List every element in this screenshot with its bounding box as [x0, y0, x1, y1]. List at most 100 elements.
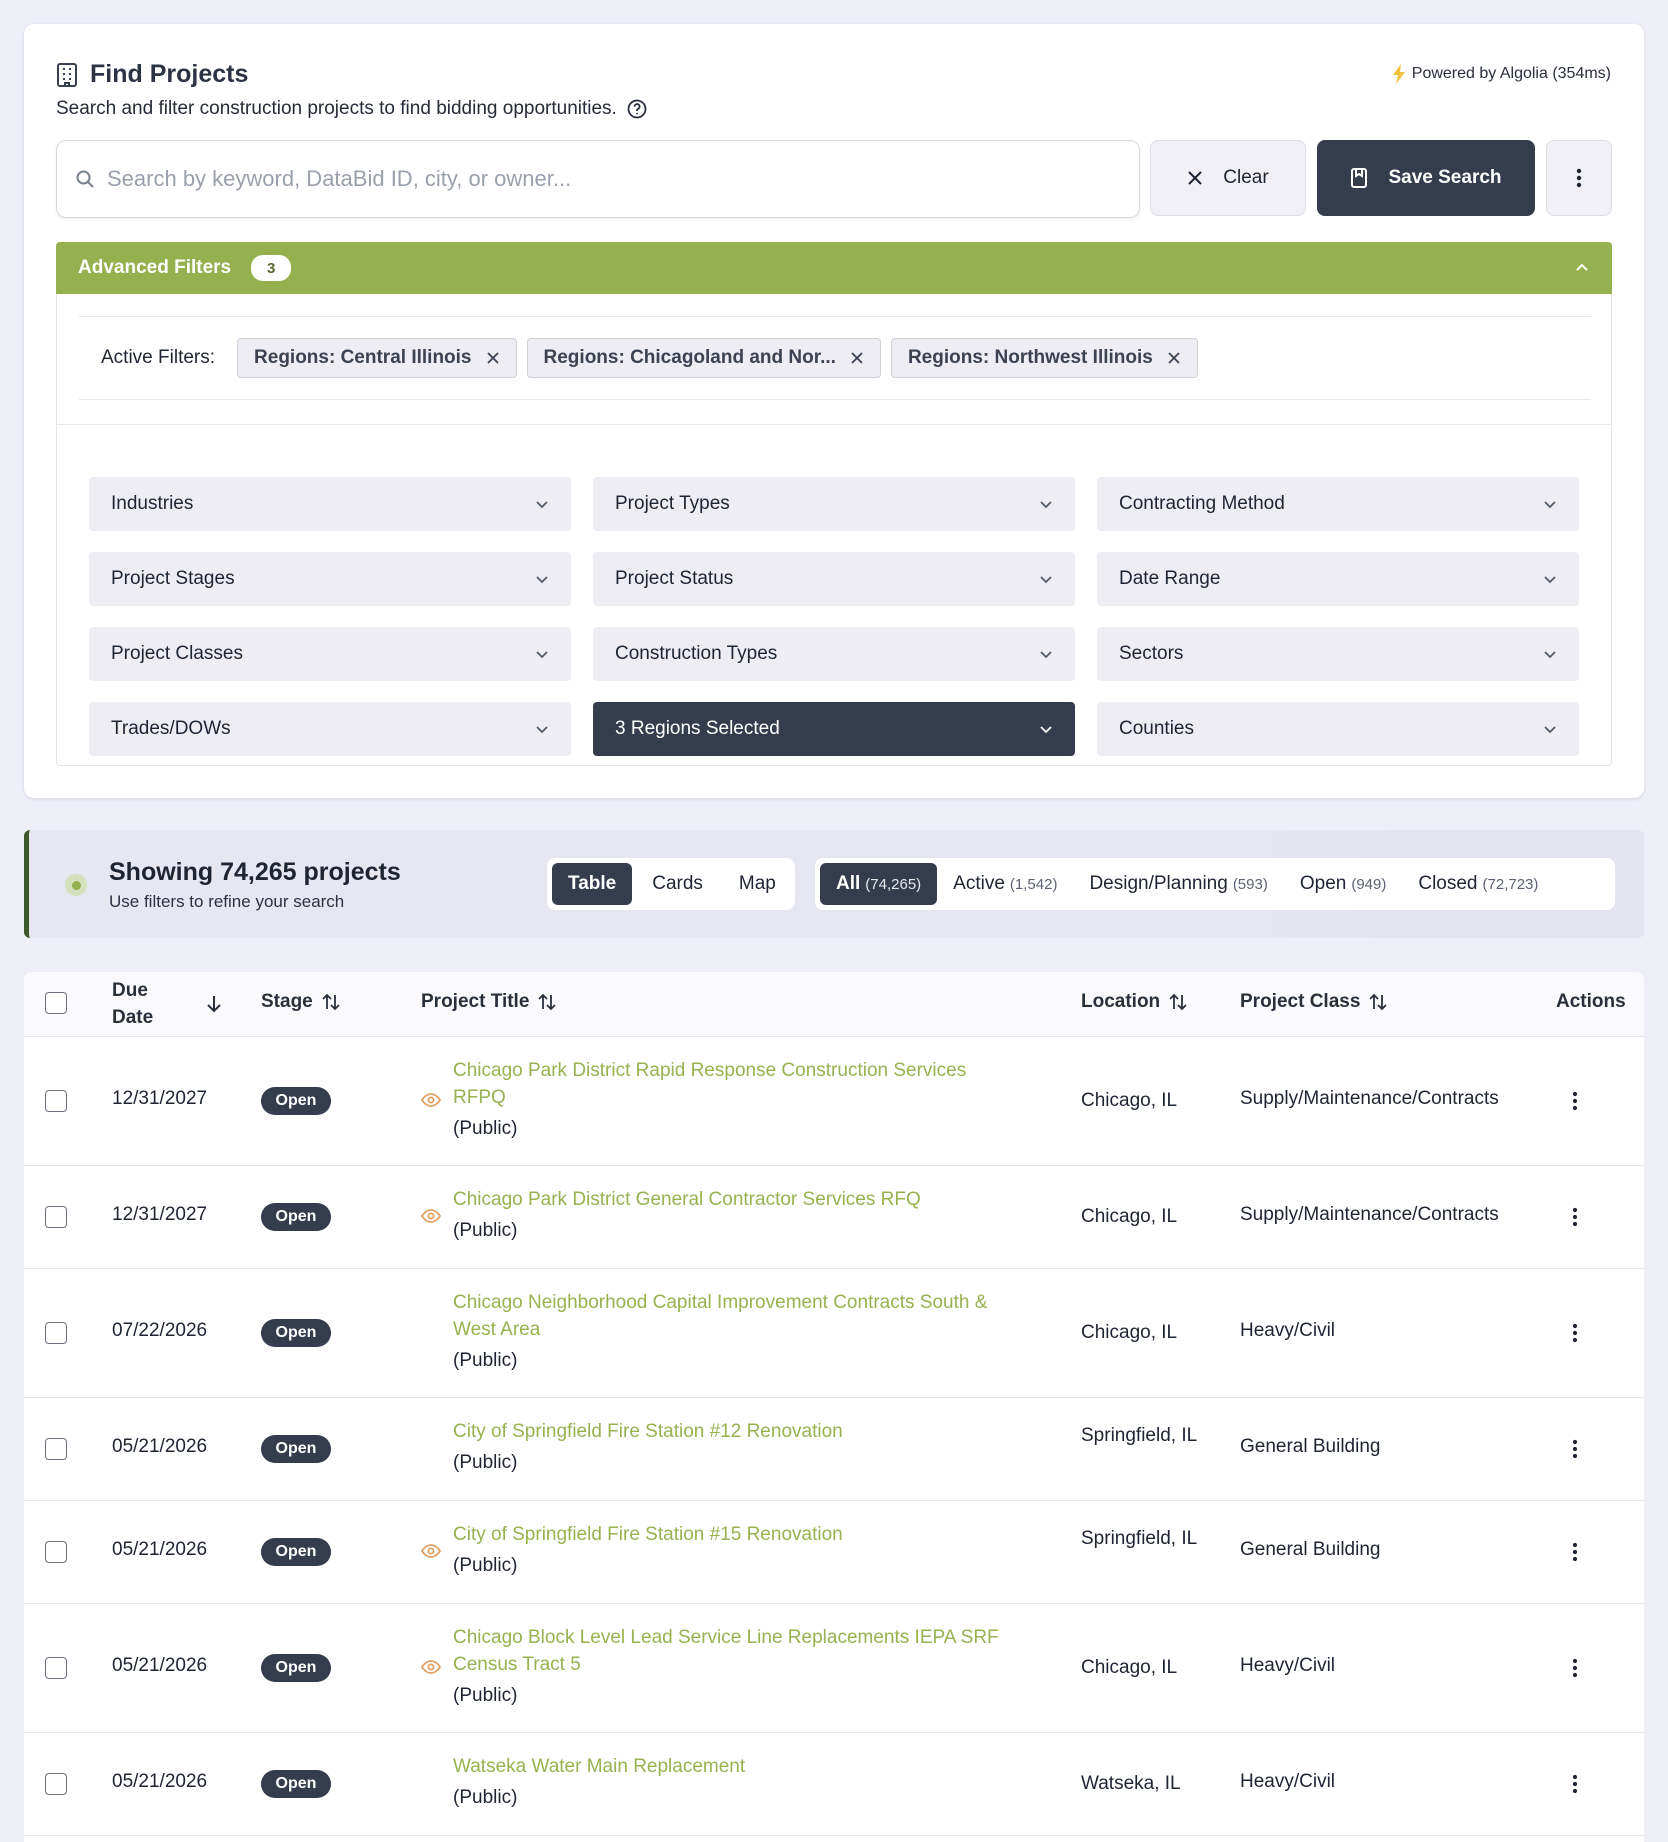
eye-icon[interactable] [421, 1543, 441, 1559]
row-actions-icon[interactable] [1572, 1207, 1578, 1227]
project-title-cell: Chicago Park District General Contractor… [453, 1186, 1023, 1244]
due-date: 05/21/2026 [112, 1771, 208, 1792]
project-title-link[interactable]: Chicago Block Level Lead Service Line Re… [453, 1624, 1023, 1678]
save-search-button[interactable]: Save Search [1317, 140, 1535, 216]
row-checkbox[interactable] [45, 1090, 67, 1112]
select-all-checkbox[interactable] [45, 992, 67, 1014]
project-stages-dropdown[interactable]: Project Stages [89, 552, 571, 606]
row-actions-icon[interactable] [1572, 1091, 1578, 1111]
tab-count: (949) [1351, 875, 1387, 893]
col-location[interactable]: Location [1081, 991, 1188, 1013]
remove-filter-icon[interactable] [1167, 351, 1181, 365]
dropdown-label: Date Range [1119, 568, 1221, 589]
filter-chip: Regions: Northwest Illinois [890, 338, 1198, 378]
divider [57, 424, 1611, 425]
row-actions-icon[interactable] [1572, 1323, 1578, 1343]
page-header: Find Projects [56, 60, 248, 89]
row-actions-icon[interactable] [1572, 1542, 1578, 1562]
location: Watseka, IL [1081, 1773, 1181, 1794]
search-input[interactable] [107, 166, 1139, 192]
eye-icon[interactable] [421, 1208, 441, 1224]
project-type: (Public) [453, 1685, 518, 1706]
chevron-down-icon [535, 647, 549, 661]
regions-dropdown[interactable]: 3 Regions Selected [593, 702, 1075, 756]
table-row: 05/21/2026 Open City of Springfield Fire… [24, 1398, 1644, 1501]
tab-open[interactable]: Open (949) [1284, 863, 1403, 905]
project-title-link[interactable]: Chicago Neighborhood Capital Improvement… [453, 1289, 1023, 1343]
project-class: General Building [1240, 1539, 1381, 1560]
find-projects-card: Find Projects Powered by Algolia (354ms)… [24, 24, 1644, 798]
tab-count: (1,542) [1009, 875, 1058, 893]
row-checkbox[interactable] [45, 1657, 67, 1679]
row-checkbox[interactable] [45, 1541, 67, 1563]
project-classes-dropdown[interactable]: Project Classes [89, 627, 571, 681]
row-actions-icon[interactable] [1572, 1774, 1578, 1794]
location: Springfield, IL [1081, 1425, 1198, 1446]
due-date: 05/21/2026 [112, 1655, 208, 1676]
industries-dropdown[interactable]: Industries [89, 477, 571, 531]
table-row: 05/21/2026 Open Watseka Water Main Repla… [24, 1733, 1644, 1836]
row-actions-icon[interactable] [1572, 1439, 1578, 1459]
project-status-dropdown[interactable]: Project Status [593, 552, 1075, 606]
remove-filter-icon[interactable] [850, 351, 864, 365]
remove-filter-icon[interactable] [486, 351, 500, 365]
clear-button[interactable]: Clear [1150, 140, 1306, 216]
more-options-button[interactable] [1546, 140, 1612, 216]
results-summary-bar: Showing 74,265 projects Use filters to r… [24, 830, 1644, 938]
project-title-link[interactable]: Watseka Water Main Replacement [453, 1753, 1023, 1780]
project-title-link[interactable]: City of Springfield Fire Station #12 Ren… [453, 1418, 1023, 1445]
col-due-date-label: Due Date [112, 980, 154, 1028]
contracting-method-dropdown[interactable]: Contracting Method [1097, 477, 1579, 531]
project-types-dropdown[interactable]: Project Types [593, 477, 1075, 531]
row-checkbox[interactable] [45, 1438, 67, 1460]
chevron-down-icon [1543, 497, 1557, 511]
row-checkbox[interactable] [45, 1322, 67, 1344]
advanced-filters-toggle[interactable]: Advanced Filters 3 [56, 242, 1612, 294]
stage-badge: Open [261, 1435, 331, 1463]
sort-icon [321, 993, 341, 1011]
tab-all[interactable]: All (74,265) [820, 863, 938, 905]
search-box [56, 140, 1140, 218]
tab-label: All [836, 873, 861, 894]
filter-chip-label: Regions: Central Illinois [254, 347, 472, 368]
tab-cards-view[interactable]: Cards [636, 863, 719, 905]
trades-dropdown[interactable]: Trades/DOWs [89, 702, 571, 756]
counties-dropdown[interactable]: Counties [1097, 702, 1579, 756]
chevron-down-icon [1039, 497, 1053, 511]
view-switcher: Table Cards Map [547, 858, 795, 910]
project-title-link[interactable]: Chicago Park District Rapid Response Con… [453, 1057, 1023, 1111]
project-title-link[interactable]: City of Springfield Fire Station #15 Ren… [453, 1521, 1023, 1548]
advanced-filters-panel: Active Filters: Regions: Central Illinoi… [56, 294, 1612, 766]
filter-count-badge: 3 [251, 255, 292, 281]
row-checkbox[interactable] [45, 1206, 67, 1228]
eye-icon[interactable] [421, 1092, 441, 1108]
chevron-down-icon [1543, 647, 1557, 661]
project-title-link[interactable]: Chicago Park District General Contractor… [453, 1186, 1023, 1213]
tab-closed[interactable]: Closed (72,723) [1402, 863, 1554, 905]
col-project-class[interactable]: Project Class [1240, 991, 1388, 1013]
col-project-title[interactable]: Project Title [421, 991, 557, 1013]
project-type: (Public) [453, 1220, 518, 1241]
row-checkbox[interactable] [45, 1773, 67, 1795]
dropdown-label: Counties [1119, 718, 1194, 739]
sectors-dropdown[interactable]: Sectors [1097, 627, 1579, 681]
date-range-dropdown[interactable]: Date Range [1097, 552, 1579, 606]
col-stage[interactable]: Stage [261, 991, 341, 1013]
location: Chicago, IL [1081, 1206, 1178, 1227]
eye-icon[interactable] [421, 1659, 441, 1675]
powered-by: Powered by Algolia (354ms) [1392, 64, 1611, 84]
tab-table-view[interactable]: Table [552, 863, 633, 905]
tab-label: Open [1299, 873, 1347, 894]
search-icon [75, 169, 95, 189]
lightning-icon [1392, 64, 1406, 84]
row-actions-icon[interactable] [1572, 1658, 1578, 1678]
tab-design-planning[interactable]: Design/Planning (593) [1073, 863, 1283, 905]
project-title-cell: Chicago Block Level Lead Service Line Re… [453, 1624, 1023, 1709]
help-icon[interactable] [627, 99, 647, 119]
construction-types-dropdown[interactable]: Construction Types [593, 627, 1075, 681]
tab-map-view[interactable]: Map [723, 863, 792, 905]
col-due-date[interactable]: Due Date [112, 977, 222, 1031]
tab-active[interactable]: Active (1,542) [937, 863, 1073, 905]
tab-count: (593) [1232, 875, 1268, 893]
results-heading: Showing 74,265 projects [109, 858, 401, 886]
